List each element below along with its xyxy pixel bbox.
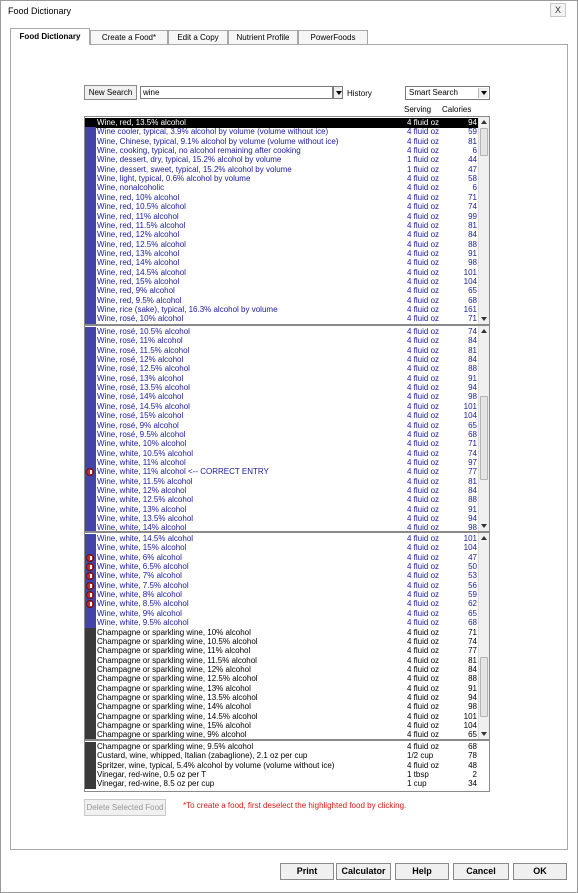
serving-column-header: Serving bbox=[404, 105, 432, 114]
tab-create-a-food[interactable]: Create a Food* bbox=[90, 30, 168, 44]
food-calories: 34 bbox=[468, 779, 477, 789]
delete-selected-food-button[interactable]: Delete Selected Food bbox=[84, 799, 166, 816]
row-marker bbox=[85, 523, 96, 531]
food-calories: 71 bbox=[468, 314, 477, 324]
list-item[interactable]: Wine, white, 14% alcohol 4 fluid oz 98 bbox=[85, 523, 478, 532]
food-name: Wine, white, 14% alcohol bbox=[97, 523, 187, 532]
window-title: Food Dictionary bbox=[8, 6, 72, 16]
food-serving: 4 fluid oz bbox=[407, 523, 440, 532]
calculator-button[interactable]: Calculator bbox=[336, 863, 391, 880]
cancel-button[interactable]: Cancel bbox=[453, 863, 509, 880]
scrollbar-thumb[interactable] bbox=[480, 657, 488, 717]
scrollbar[interactable] bbox=[478, 326, 489, 531]
flag-icon bbox=[86, 468, 94, 477]
food-serving: 4 fluid oz bbox=[407, 730, 440, 740]
flag-icon bbox=[86, 581, 94, 590]
food-name: Champagne or sparkling wine, 9% alcohol bbox=[97, 730, 247, 740]
search-mode-select[interactable]: Smart Search bbox=[405, 86, 490, 100]
tab-food-dictionary[interactable]: Food Dictionary bbox=[10, 28, 90, 45]
scroll-down-arrow-icon[interactable] bbox=[479, 729, 489, 739]
close-button[interactable]: X bbox=[550, 3, 566, 17]
list-item[interactable]: Wine, rosé, 10% alcohol 4 fluid oz 71 bbox=[85, 314, 478, 324]
ok-button[interactable]: OK bbox=[513, 863, 567, 880]
new-search-button[interactable]: New Search bbox=[84, 85, 137, 100]
scrollbar-thumb[interactable] bbox=[480, 396, 488, 480]
food-name: Vinegar, red-wine, 8.5 oz per cup bbox=[97, 779, 215, 789]
food-list-panel-2[interactable]: Wine, rosé, 10.5% alcohol 4 fluid oz 74 Win… bbox=[84, 325, 490, 532]
flag-icon bbox=[86, 553, 94, 562]
food-dictionary-window: Food Dictionary X Food Dictionary Create… bbox=[0, 0, 578, 893]
scroll-down-arrow-icon[interactable] bbox=[479, 521, 489, 531]
scrollbar-thumb[interactable] bbox=[480, 128, 488, 156]
search-input[interactable]: wine bbox=[140, 86, 333, 99]
food-serving: 1 cup bbox=[407, 779, 427, 789]
title-bar: Food Dictionary X bbox=[1, 1, 577, 21]
row-marker bbox=[85, 730, 96, 739]
create-food-hint: *To create a food, first deselect the hi… bbox=[183, 801, 407, 810]
tab-powerfoods[interactable]: PowerFoods bbox=[298, 30, 368, 44]
food-calories: 98 bbox=[468, 523, 477, 532]
food-list-panel-3[interactable]: Wine, white, 14.5% alcohol 4 fluid oz 101 W… bbox=[84, 532, 490, 740]
scroll-down-arrow-icon[interactable] bbox=[479, 314, 489, 324]
print-button[interactable]: Print bbox=[280, 863, 334, 880]
flag-icon bbox=[86, 563, 94, 572]
row-marker bbox=[85, 314, 96, 324]
tab-nutrient-profile[interactable]: Nutrient Profile bbox=[228, 30, 298, 44]
tab-edit-a-copy[interactable]: Edit a Copy bbox=[168, 30, 228, 44]
help-button[interactable]: Help bbox=[395, 863, 449, 880]
flag-icon bbox=[86, 600, 94, 609]
history-label: History bbox=[347, 89, 372, 98]
scrollbar[interactable] bbox=[478, 117, 489, 324]
list-item[interactable]: Vinegar, red-wine, 8.5 oz per cup 1 cup 34 bbox=[85, 779, 478, 790]
food-serving: 4 fluid oz bbox=[407, 314, 440, 324]
history-dropdown-button[interactable] bbox=[333, 86, 343, 99]
search-mode-value: Smart Search bbox=[409, 88, 458, 97]
chevron-down-icon[interactable] bbox=[478, 88, 488, 98]
food-name: Wine, rosé, 10% alcohol bbox=[97, 314, 184, 324]
scrollbar[interactable] bbox=[478, 533, 489, 739]
scroll-up-arrow-icon[interactable] bbox=[479, 533, 489, 543]
food-list-panel-1[interactable]: Wine, red, 13.5% alcohol 4 fluid oz 94 Wine… bbox=[84, 116, 490, 325]
food-list-panel-4[interactable]: Champagne or sparkling wine, 9.5% alcoho… bbox=[84, 740, 490, 792]
row-marker bbox=[85, 779, 96, 790]
calories-column-header: Calories bbox=[442, 105, 472, 114]
food-calories: 65 bbox=[468, 730, 477, 740]
scroll-up-arrow-icon[interactable] bbox=[479, 117, 489, 127]
list-item[interactable]: Champagne or sparkling wine, 9% alcohol 4… bbox=[85, 730, 478, 740]
flag-icon bbox=[86, 591, 94, 600]
scroll-up-arrow-icon[interactable] bbox=[479, 326, 489, 336]
flag-icon bbox=[86, 572, 94, 581]
